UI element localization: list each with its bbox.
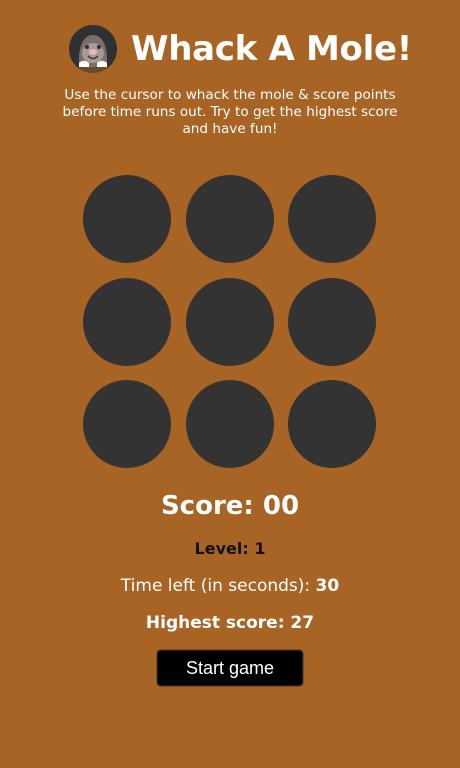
- mole-hole-8[interactable]: [186, 380, 274, 468]
- mole-hole-3[interactable]: [288, 175, 376, 263]
- mole-hole-9[interactable]: [288, 380, 376, 468]
- score-label: Score:: [160, 491, 254, 521]
- game-description: Use the cursor to whack the mole & score…: [62, 87, 398, 137]
- time-left-label: Time left (in seconds):: [120, 576, 311, 596]
- mole-icon: [69, 25, 117, 73]
- score-value: 00: [262, 491, 300, 521]
- mole-hole-2[interactable]: [186, 175, 274, 263]
- time-left-display: Time left (in seconds): 30: [0, 575, 460, 597]
- game-header: Whack A Mole!: [0, 22, 460, 76]
- highest-score-value: 27: [290, 613, 315, 633]
- time-left-value: 30: [315, 576, 340, 596]
- mole-hole-4[interactable]: [83, 278, 171, 366]
- mole-board: [83, 175, 376, 468]
- mole-hole-1[interactable]: [83, 175, 171, 263]
- level-display: Level: 1: [0, 539, 460, 559]
- score-display: Score: 00: [0, 490, 460, 522]
- mole-icon-graphic: [69, 25, 117, 73]
- mole-hole-5[interactable]: [186, 278, 274, 366]
- highest-score-display: Highest score: 27: [0, 612, 460, 634]
- level-label: Level:: [194, 539, 249, 558]
- highest-score-label: Highest score:: [145, 613, 285, 633]
- level-value: 1: [254, 539, 266, 558]
- start-game-button[interactable]: Start game: [157, 650, 303, 686]
- mole-hole-6[interactable]: [288, 278, 376, 366]
- page-title: Whack A Mole!: [131, 29, 412, 69]
- mole-hole-7[interactable]: [83, 380, 171, 468]
